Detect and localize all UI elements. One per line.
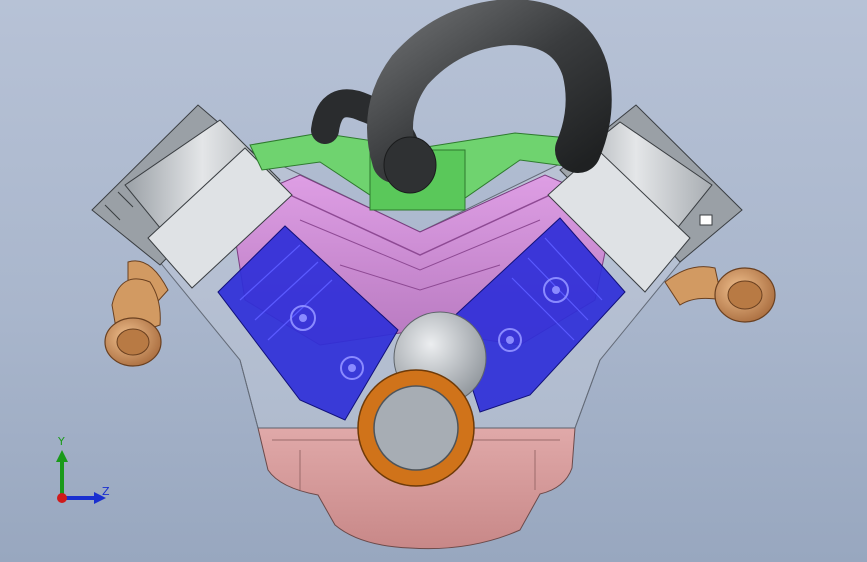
y-axis-arrow xyxy=(56,450,68,498)
left-exhaust-elbow[interactable] xyxy=(104,260,169,367)
z-axis-arrow xyxy=(62,492,106,504)
graphics-viewport[interactable]: Y Z xyxy=(0,0,867,562)
crankshaft-bearing[interactable] xyxy=(357,369,475,487)
origin-marker xyxy=(57,493,67,503)
z-axis-label: Z xyxy=(102,485,110,498)
y-axis-label: Y xyxy=(58,435,65,448)
engine-model[interactable] xyxy=(0,0,867,562)
right-exhaust-elbow[interactable] xyxy=(664,266,776,323)
axis-triad: Y Z xyxy=(40,436,120,516)
